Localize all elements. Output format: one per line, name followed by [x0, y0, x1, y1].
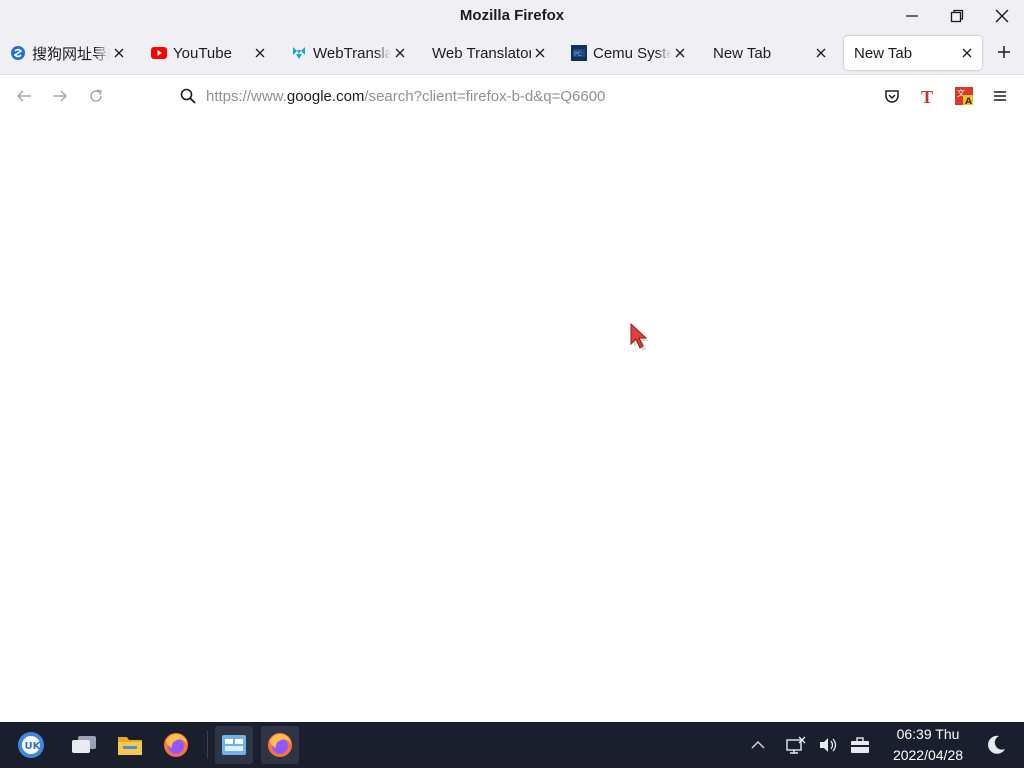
window-title: Mozilla Firefox — [459, 7, 565, 24]
navigation-toolbar: https://www.google.com/search?client=fir… — [0, 74, 1024, 117]
back-button[interactable] — [9, 81, 39, 111]
tray-expand-button[interactable] — [746, 733, 770, 757]
briefcase-tray-button[interactable] — [848, 733, 872, 757]
close-icon — [255, 48, 265, 58]
close-icon — [816, 48, 826, 58]
tab-close-button[interactable] — [958, 44, 976, 62]
tab-new-tab-selected[interactable]: New Tab — [844, 36, 982, 70]
translate-extension-button[interactable]: T — [913, 81, 943, 111]
close-icon — [675, 48, 685, 58]
text-t-icon: T — [921, 87, 933, 105]
tab-label: 搜狗网址导航 — [32, 45, 110, 63]
close-icon — [114, 48, 124, 58]
cemu-icon: PC — [571, 45, 587, 61]
moon-icon — [988, 735, 1005, 754]
running-app-firefox-button[interactable] — [261, 726, 299, 764]
clock-date: 2022/04/28 — [892, 747, 964, 763]
network-icon — [786, 736, 806, 754]
address-bar[interactable]: https://www.google.com/search?client=fir… — [168, 81, 858, 111]
system-clock[interactable]: 06:39 Thu 2022/04/28 — [880, 722, 976, 770]
restore-icon — [950, 9, 964, 23]
page-content[interactable] — [0, 117, 1024, 722]
firefox-icon — [164, 733, 188, 757]
firefox-launcher-button[interactable] — [157, 726, 195, 764]
webtranslator-icon — [291, 45, 307, 61]
reload-icon — [90, 89, 102, 102]
reload-button[interactable] — [81, 81, 111, 111]
sogou-icon — [10, 45, 26, 61]
tab-close-button[interactable] — [391, 44, 409, 62]
svg-text:A: A — [965, 97, 972, 105]
tab-new-tab[interactable]: New Tab — [702, 36, 836, 70]
tab-sogou[interactable]: 搜狗网址导航 — [0, 36, 134, 70]
running-app-settings-button[interactable] — [215, 726, 253, 764]
tab-label: New Tab — [713, 44, 772, 62]
tab-close-button[interactable] — [110, 44, 128, 62]
close-icon — [395, 48, 405, 58]
tab-close-button[interactable] — [251, 44, 269, 62]
url-domain: google.com — [286, 87, 365, 105]
tab-strip: 搜狗网址导航 YouTube WebTranslator Web Transla… — [0, 32, 1024, 74]
svg-text:UK: UK — [25, 741, 42, 752]
close-icon — [962, 48, 972, 58]
youtube-icon — [151, 45, 167, 61]
taskbar: UK 06:39 Thu 2022/04/28 — [0, 722, 1024, 768]
minimize-button[interactable] — [890, 0, 934, 32]
volume-tray-button[interactable] — [816, 733, 840, 757]
close-icon — [995, 9, 1009, 23]
search-icon — [178, 86, 198, 106]
app-menu-button[interactable] — [985, 81, 1015, 111]
multitask-view-button[interactable] — [65, 726, 103, 764]
file-manager-button[interactable] — [111, 726, 149, 764]
clock-time: 06:39 Thu — [896, 726, 960, 742]
start-menu-button[interactable]: UK — [12, 726, 50, 764]
translate-icon: 文A — [955, 87, 973, 105]
control-panel-icon — [222, 735, 246, 755]
pocket-icon — [885, 90, 899, 103]
tab-web-translator[interactable]: Web Translator — [421, 36, 555, 70]
url-text[interactable]: https://www.google.com/search?client=fir… — [206, 88, 605, 105]
plus-icon — [998, 46, 1010, 58]
close-window-button[interactable] — [980, 0, 1024, 32]
mouse-cursor-icon — [630, 322, 649, 351]
google-translate-extension-button[interactable]: 文A — [949, 81, 979, 111]
briefcase-icon — [851, 737, 869, 753]
forward-button[interactable] — [45, 81, 75, 111]
url-prefix: https://www. — [206, 87, 287, 105]
tab-cemu[interactable]: PC Cemu System — [561, 36, 695, 70]
start-menu-icon: UK — [18, 732, 44, 758]
chevron-up-icon — [751, 740, 765, 749]
night-mode-button[interactable] — [984, 733, 1008, 757]
tab-close-button[interactable] — [671, 44, 689, 62]
tab-close-button[interactable] — [812, 44, 830, 62]
forward-arrow-icon — [53, 90, 68, 102]
firefox-icon — [268, 733, 292, 757]
hamburger-menu-icon — [994, 91, 1006, 101]
network-tray-button[interactable] — [784, 733, 808, 757]
close-icon — [535, 48, 545, 58]
tab-close-button[interactable] — [531, 44, 549, 62]
folder-icon — [118, 737, 142, 755]
url-suffix: /search?client=firefox-b-d&q=Q6600 — [364, 87, 606, 105]
tab-label: Web Translator — [432, 44, 531, 62]
minimize-icon — [906, 15, 918, 17]
pocket-button[interactable] — [877, 81, 907, 111]
tab-youtube[interactable]: YouTube — [141, 36, 275, 70]
tab-label: YouTube — [173, 44, 232, 62]
tab-webtranslator[interactable]: WebTranslator — [281, 36, 415, 70]
restore-button[interactable] — [935, 0, 979, 32]
tab-label: WebTranslator — [313, 44, 391, 62]
volume-icon — [820, 738, 837, 752]
tab-label: New Tab — [854, 44, 913, 62]
taskbar-separator — [207, 731, 208, 759]
new-tab-button[interactable] — [990, 38, 1018, 66]
svg-text:PC: PC — [574, 51, 582, 58]
title-bar: Mozilla Firefox — [0, 0, 1024, 32]
window-switcher-icon — [72, 736, 96, 753]
back-arrow-icon — [16, 90, 31, 102]
svg-text:T: T — [921, 87, 933, 105]
tab-label: Cemu System — [593, 44, 671, 62]
